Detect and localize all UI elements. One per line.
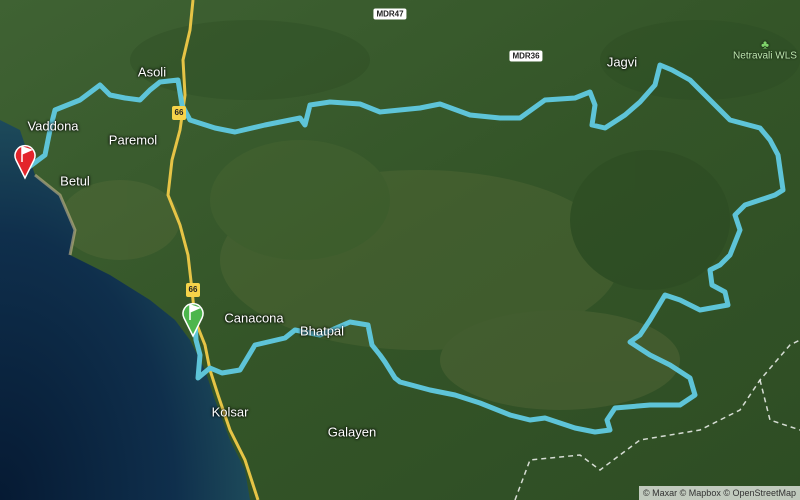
road-shield-mdr36: MDR36 — [509, 50, 543, 62]
park-tree-icon: ♣ — [761, 37, 769, 52]
place-label-jagvi: Jagvi — [606, 54, 638, 70]
place-label-asoli: Asoli — [137, 64, 167, 80]
place-label-betul: Betul — [60, 173, 90, 189]
park-name: Netravali WLS — [733, 50, 797, 62]
highway-shield-66-south: 66 — [186, 283, 200, 297]
place-label-bhatpal: Bhatpal — [299, 323, 345, 339]
park-label-netravali: ♣ Netravali WLS — [733, 39, 797, 62]
highway-shield-66-north: 66 — [172, 106, 186, 120]
place-label-galayen: Galayen — [327, 424, 377, 440]
place-label-vaddona: Vaddona — [27, 118, 79, 134]
place-label-kolsar: Kolsar — [211, 404, 249, 420]
map-imagery — [0, 0, 800, 500]
map-canvas[interactable]: Asoli Vaddona Paremol Betul Canacona Bha… — [0, 0, 800, 500]
road-shield-mdr47: MDR47 — [373, 8, 407, 20]
map-attribution[interactable]: © Maxar © Mapbox © OpenStreetMap — [639, 486, 800, 500]
place-label-canacona: Canacona — [224, 310, 284, 326]
place-label-paremol: Paremol — [108, 132, 158, 148]
